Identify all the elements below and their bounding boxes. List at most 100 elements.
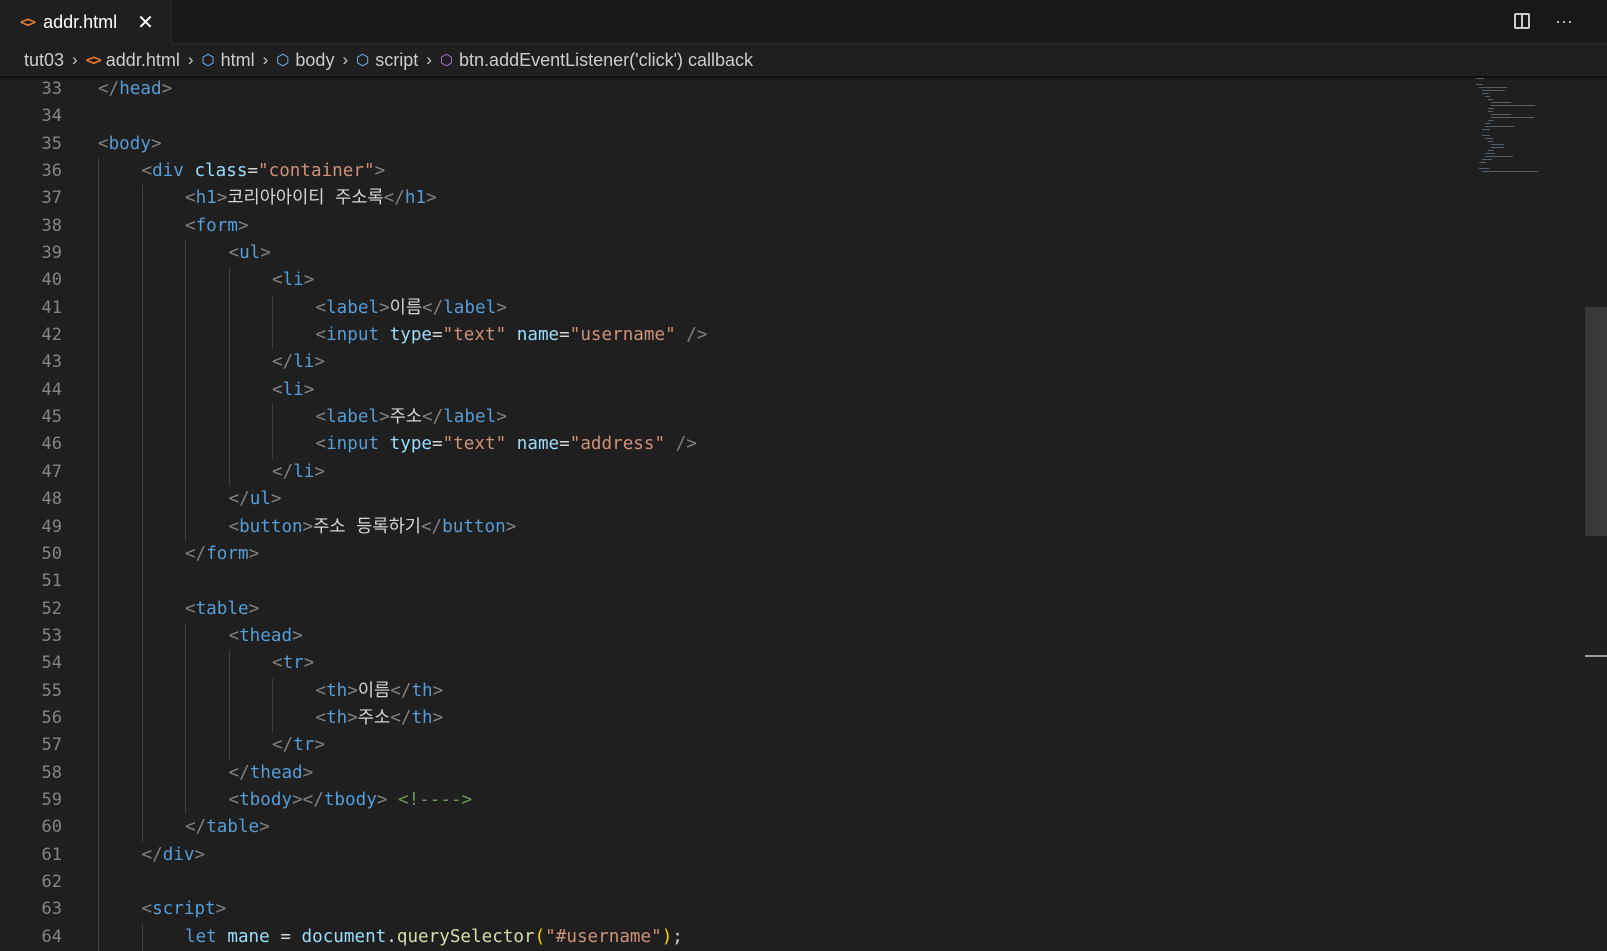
breadcrumb-label: btn.addEventListener('click') callback (459, 49, 754, 70)
code-token: > (376, 789, 388, 810)
line-number: 63 (41, 899, 62, 920)
code-token: > (194, 844, 206, 865)
indent-guide (272, 677, 273, 705)
cube-icon: ⬡ (201, 52, 215, 69)
indent-guide (98, 568, 99, 596)
code-line[interactable]: </thead> (98, 759, 707, 787)
line-number: 33 (41, 79, 62, 99)
code-line[interactable]: <div class="container"> (98, 158, 707, 186)
line-number: 41 (41, 297, 62, 318)
code-token: < (315, 297, 327, 318)
code-token: = (269, 926, 302, 947)
code-line[interactable]: <tr> (98, 650, 707, 678)
code-token: document (301, 926, 387, 947)
minimap-line (1485, 153, 1495, 154)
code-editor[interactable]: 33 34 35 36 37 38 39 40 41 42 43 44 45 46 47 48 49 50 51 52… (0, 76, 1607, 951)
tab-addr-html[interactable]: <> addr.html ✕ (0, 0, 172, 44)
breadcrumb-item[interactable]: ⬡ btn.addEventListener('click') callback (440, 50, 753, 71)
code-token: </ (228, 489, 250, 510)
code-line[interactable]: </head> (98, 76, 707, 103)
code-line[interactable]: <th>주소</th> (98, 704, 707, 733)
code-line[interactable]: <ul> (98, 240, 707, 268)
code-token: < (228, 516, 240, 537)
code-line[interactable]: <button>주소 등록하기</button> (98, 513, 707, 541)
breadcrumb-item[interactable]: <> addr.html › (86, 50, 202, 71)
more-actions-button[interactable]: ··· (1551, 8, 1577, 34)
indent-guide (98, 923, 99, 951)
code-token: div (162, 844, 195, 865)
close-icon[interactable]: ✕ (137, 10, 154, 35)
method-icon: ⬡ (439, 52, 454, 69)
code-line[interactable]: <h1>코리아아이티 주소록</h1> (98, 185, 707, 213)
code-token: div (152, 161, 184, 182)
code-line[interactable]: <script> (98, 896, 707, 924)
code-token: </ (228, 762, 250, 783)
code-line[interactable]: <label>주소</label> (98, 404, 707, 432)
indent-guide (141, 376, 143, 405)
minimap-line (1485, 156, 1513, 157)
code-line[interactable] (98, 868, 707, 897)
code-line[interactable]: <th>이름</th> (98, 677, 707, 705)
code-line[interactable]: <input type="text" name="address" /> (98, 431, 707, 459)
cube-icon: ⬡ (276, 52, 290, 69)
code-token: </ (383, 188, 405, 209)
code-line[interactable]: </ul> (98, 486, 707, 514)
minimap-line (1482, 159, 1492, 160)
code-area[interactable]: </head> <body> <div class="container"> <h1>… (98, 76, 707, 951)
code-line[interactable]: </table> (98, 814, 707, 842)
code-token: </ (272, 461, 294, 482)
code-token: < (185, 598, 196, 619)
code-line[interactable]: </li> (98, 458, 707, 487)
line-number-gutter: 33 34 35 36 37 38 39 40 41 42 43 44 45 46 47 48 49 50 51 52… (0, 76, 62, 951)
code-token: 주소 (389, 407, 423, 428)
indent-guide (141, 458, 143, 487)
code-line[interactable]: let mane = document.querySelector("#user… (98, 923, 707, 951)
indent-guide (98, 404, 99, 432)
breadcrumb-label: html (220, 49, 255, 70)
code-token: tbody (239, 789, 293, 810)
breadcrumb-item[interactable]: ⬡ body › (276, 50, 356, 71)
minimap[interactable] (1476, 76, 1556, 266)
code-token: < (228, 789, 240, 810)
code-line[interactable]: <body> (98, 131, 707, 158)
code-token: > (216, 188, 228, 209)
chevron-right-icon: › (342, 50, 349, 69)
indent-guide (185, 486, 186, 514)
indent-guide (98, 158, 99, 186)
line-number: 49 (41, 516, 62, 537)
code-line[interactable]: </li> (98, 349, 707, 377)
code-line[interactable]: <li> (98, 376, 707, 405)
code-line[interactable]: <form> (98, 212, 707, 241)
code-line[interactable]: <input type="text" name="username" /> (98, 322, 707, 350)
split-editor-button[interactable] (1509, 8, 1535, 34)
code-line[interactable]: <table> (98, 595, 707, 623)
code-line[interactable] (98, 568, 707, 596)
line-number: 51 (41, 571, 62, 592)
code-token: > (505, 516, 517, 537)
indent-guide (272, 404, 273, 432)
code-line[interactable]: </tr> (98, 732, 707, 760)
line-number: 38 (41, 215, 62, 236)
indent-guide (185, 732, 186, 760)
code-token: > (302, 516, 314, 537)
chevron-right-icon: › (72, 50, 78, 69)
code-token: let (185, 926, 217, 947)
line-number: 52 (41, 598, 62, 619)
code-line[interactable] (98, 103, 707, 130)
indent-guide (141, 486, 143, 514)
code-token: form (195, 215, 238, 236)
indent-guide (185, 431, 186, 459)
indent-guide (141, 513, 143, 541)
code-line[interactable]: <thead> (98, 622, 707, 651)
breadcrumb-item[interactable]: ⬡ html › (202, 50, 277, 71)
code-line[interactable]: <li> (98, 267, 707, 295)
breadcrumb-item[interactable]: tut03 › (24, 50, 86, 71)
vertical-scrollbar[interactable] (1585, 307, 1607, 536)
code-line[interactable]: </div> (98, 841, 707, 869)
breadcrumb-item[interactable]: ⬡ script › (356, 50, 440, 71)
code-line[interactable]: </form> (98, 540, 707, 569)
code-line[interactable]: <label>이름</label> (98, 294, 707, 323)
indent-guide (98, 677, 99, 705)
code-line[interactable]: <tbody></tbody> <!----> (98, 786, 707, 815)
